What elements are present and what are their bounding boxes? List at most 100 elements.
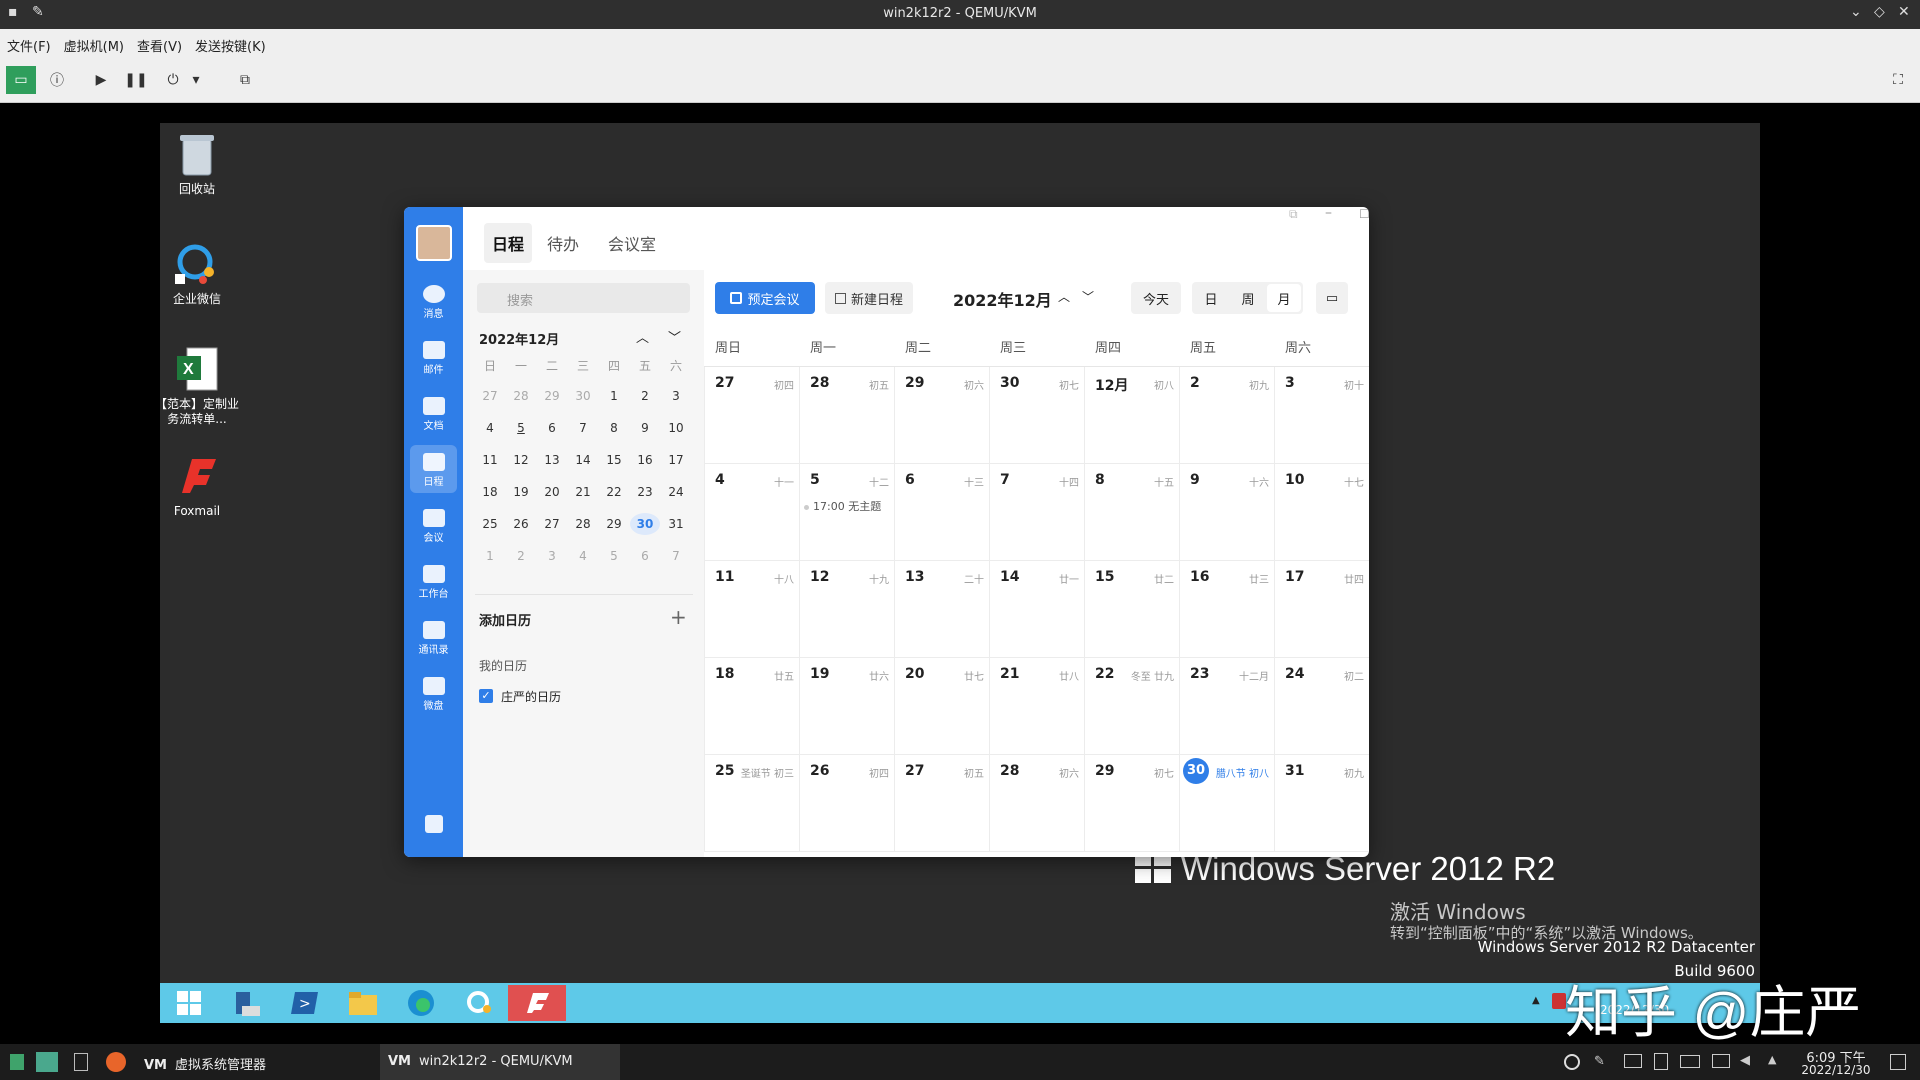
day-cell[interactable]: 6 十三: [894, 464, 989, 561]
day-cell[interactable]: 29 初七: [1084, 755, 1179, 852]
mini-day[interactable]: 13: [537, 453, 567, 467]
day-cell[interactable]: 27 初五: [894, 755, 989, 852]
close-icon[interactable]: ✕: [1898, 4, 1910, 20]
firefox-icon[interactable]: [106, 1052, 126, 1072]
next-month-icon[interactable]: ﹀: [1082, 288, 1094, 305]
mini-day[interactable]: 23: [630, 485, 660, 499]
menu-icon[interactable]: [10, 1054, 24, 1070]
tray-update-icon[interactable]: [1564, 1054, 1580, 1070]
mini-day[interactable]: 19: [506, 485, 536, 499]
wecom-taskbar-icon[interactable]: [450, 985, 508, 1021]
rail-item-calendar[interactable]: 日程: [410, 445, 457, 493]
view-day[interactable]: 日: [1194, 284, 1228, 312]
mini-day[interactable]: 28: [506, 389, 536, 403]
edge-icon[interactable]: [392, 985, 450, 1021]
mini-day[interactable]: 18: [475, 485, 505, 499]
day-cell[interactable]: 3 初十: [1274, 367, 1369, 464]
mini-day[interactable]: 22: [599, 485, 629, 499]
tab-schedule[interactable]: 日程: [484, 223, 533, 263]
day-cell[interactable]: 12 十九: [799, 561, 894, 658]
rail-item-docs[interactable]: 文档: [404, 397, 463, 432]
taskbar-app-qemu[interactable]: VM win2k12r2 - QEMU/KVM: [380, 1044, 620, 1080]
pause-icon[interactable]: ❚❚: [121, 66, 151, 94]
mini-day[interactable]: 17: [661, 453, 691, 467]
rail-item-more[interactable]: [404, 815, 463, 835]
day-cell[interactable]: 29 初六: [894, 367, 989, 464]
day-cell[interactable]: 13 二十: [894, 561, 989, 658]
event-item[interactable]: 17:00 无主题: [804, 498, 881, 514]
tray-keyboard-icon[interactable]: [1680, 1055, 1700, 1068]
console-view-icon[interactable]: ▭: [6, 66, 36, 94]
mini-day[interactable]: 10: [661, 421, 691, 435]
menu-sendkey[interactable]: 发送按键(K): [188, 29, 272, 55]
add-calendar-button[interactable]: +: [670, 605, 687, 629]
mini-day[interactable]: 27: [537, 517, 567, 531]
fullscreen-icon[interactable]: ⛶: [1883, 66, 1913, 94]
day-cell[interactable]: 28 初六: [989, 755, 1084, 852]
mini-day[interactable]: 30: [568, 389, 598, 403]
desktop-icon-foxmail[interactable]: Foxmail: [152, 452, 242, 519]
power-icon[interactable]: ⏻: [158, 66, 188, 94]
rail-item-drive[interactable]: 微盘: [404, 677, 463, 712]
mini-day[interactable]: 6: [630, 549, 660, 563]
mini-day[interactable]: 7: [568, 421, 598, 435]
mini-day[interactable]: 21: [568, 485, 598, 499]
mini-day[interactable]: 4: [568, 549, 598, 563]
powershell-icon[interactable]: >: [276, 985, 334, 1021]
mini-day[interactable]: 12: [506, 453, 536, 467]
mini-day[interactable]: 29: [537, 389, 567, 403]
rail-item-message[interactable]: 消息: [404, 285, 463, 320]
day-cell[interactable]: 4 十一: [704, 464, 799, 561]
mini-day[interactable]: 15: [599, 453, 629, 467]
rail-item-meeting[interactable]: 会议: [404, 509, 463, 544]
day-cell[interactable]: 26 初四: [799, 755, 894, 852]
avatar[interactable]: [416, 225, 452, 261]
mini-day[interactable]: 3: [537, 549, 567, 563]
day-cell[interactable]: 21 廿八: [989, 658, 1084, 755]
tray-flag-icon[interactable]: [1552, 993, 1566, 1009]
day-cell[interactable]: 15 廿二: [1084, 561, 1179, 658]
day-cell[interactable]: 12月 初八: [1084, 367, 1179, 464]
show-desktop-icon[interactable]: [36, 1052, 58, 1072]
tray-terminal-icon[interactable]: [1624, 1054, 1642, 1068]
day-cell[interactable]: 31 初九: [1274, 755, 1369, 852]
power-menu-chevron-icon[interactable]: ▾: [189, 66, 203, 94]
day-cell[interactable]: 14 廿一: [989, 561, 1084, 658]
details-view-icon[interactable]: ⓘ: [42, 66, 72, 94]
day-cell[interactable]: 5 十二 17:00 无主题: [799, 464, 894, 561]
day-cell[interactable]: 22 冬至 廿九: [1084, 658, 1179, 755]
tray-pen-icon[interactable]: ✎: [1594, 1054, 1605, 1069]
file-icon[interactable]: [74, 1053, 88, 1071]
book-meeting-button[interactable]: 预定会议: [715, 282, 815, 314]
taskbar-app-virt-manager[interactable]: VM 虚拟系统管理器: [140, 1048, 380, 1076]
day-cell[interactable]: 23 十二月: [1179, 658, 1274, 755]
desktop-icon-recycle-bin[interactable]: 回收站: [152, 130, 242, 197]
day-cell[interactable]: 25 圣诞节 初三: [704, 755, 799, 852]
day-cell[interactable]: 9 十六: [1179, 464, 1274, 561]
day-cell[interactable]: 19 廿六: [799, 658, 894, 755]
new-schedule-button[interactable]: 新建日程: [825, 282, 913, 314]
mini-day[interactable]: 16: [630, 453, 660, 467]
day-cell[interactable]: 30 初七: [989, 367, 1084, 464]
mini-day[interactable]: 3: [661, 389, 691, 403]
prev-month-icon[interactable]: ︿: [1058, 288, 1070, 305]
mini-next-icon[interactable]: ﹀: [668, 327, 681, 346]
rail-item-contacts[interactable]: 通讯录: [404, 621, 463, 656]
rail-item-workbench[interactable]: 工作台: [404, 565, 463, 600]
tab-todo[interactable]: 待办: [547, 231, 579, 255]
mini-day[interactable]: 27: [475, 389, 505, 403]
start-icon[interactable]: [160, 985, 218, 1021]
mini-day[interactable]: 2: [506, 549, 536, 563]
tray-volume-icon[interactable]: ◀: [1740, 1053, 1750, 1068]
day-cell[interactable]: 28 初五: [799, 367, 894, 464]
popout-icon[interactable]: ⧉: [1289, 207, 1298, 222]
day-cell[interactable]: 8 十五: [1084, 464, 1179, 561]
maximize-icon[interactable]: ☐: [1359, 207, 1369, 221]
foxmail-taskbar-icon[interactable]: [508, 985, 566, 1021]
file-explorer-icon[interactable]: [334, 985, 392, 1021]
tray-expand-icon[interactable]: ▲: [1768, 1053, 1776, 1066]
day-cell[interactable]: 20 廿七: [894, 658, 989, 755]
snapshot-icon[interactable]: ⧉: [230, 66, 260, 94]
mini-day[interactable]: 28: [568, 517, 598, 531]
day-cell[interactable]: 24 初二: [1274, 658, 1369, 755]
